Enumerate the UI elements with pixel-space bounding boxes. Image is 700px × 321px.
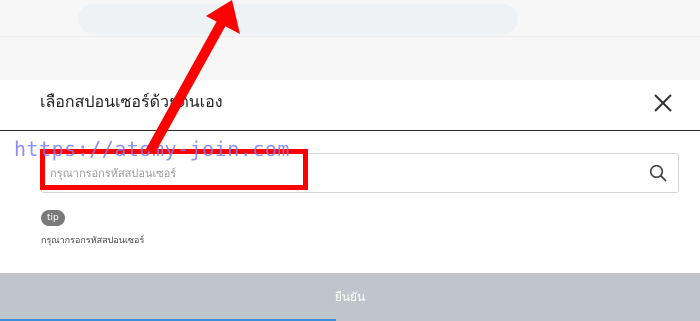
sponsor-search-box [41,153,679,193]
close-icon [654,94,672,112]
confirm-button[interactable]: ยืนยัน [0,273,700,321]
background-page [0,0,700,80]
sponsor-select-modal: เลือกสปอนเซอร์ด้วยตนเอง tip กรุณากรอกรหั… [0,80,700,321]
search-icon [649,164,667,182]
tip-text: กรุณากรอกรหัสสปอนเซอร์ [41,236,145,246]
header-divider [0,130,700,131]
modal-title: เลือกสปอนเซอร์ด้วยตนเอง [40,92,223,111]
tip-badge: tip [41,210,65,226]
search-button[interactable] [648,163,668,183]
close-button[interactable] [650,90,676,116]
background-divider [0,36,700,37]
sponsor-code-input[interactable] [50,154,630,192]
page: เลือกสปอนเซอร์ด้วยตนเอง tip กรุณากรอกรหั… [0,0,700,321]
background-search-bar [78,4,518,34]
